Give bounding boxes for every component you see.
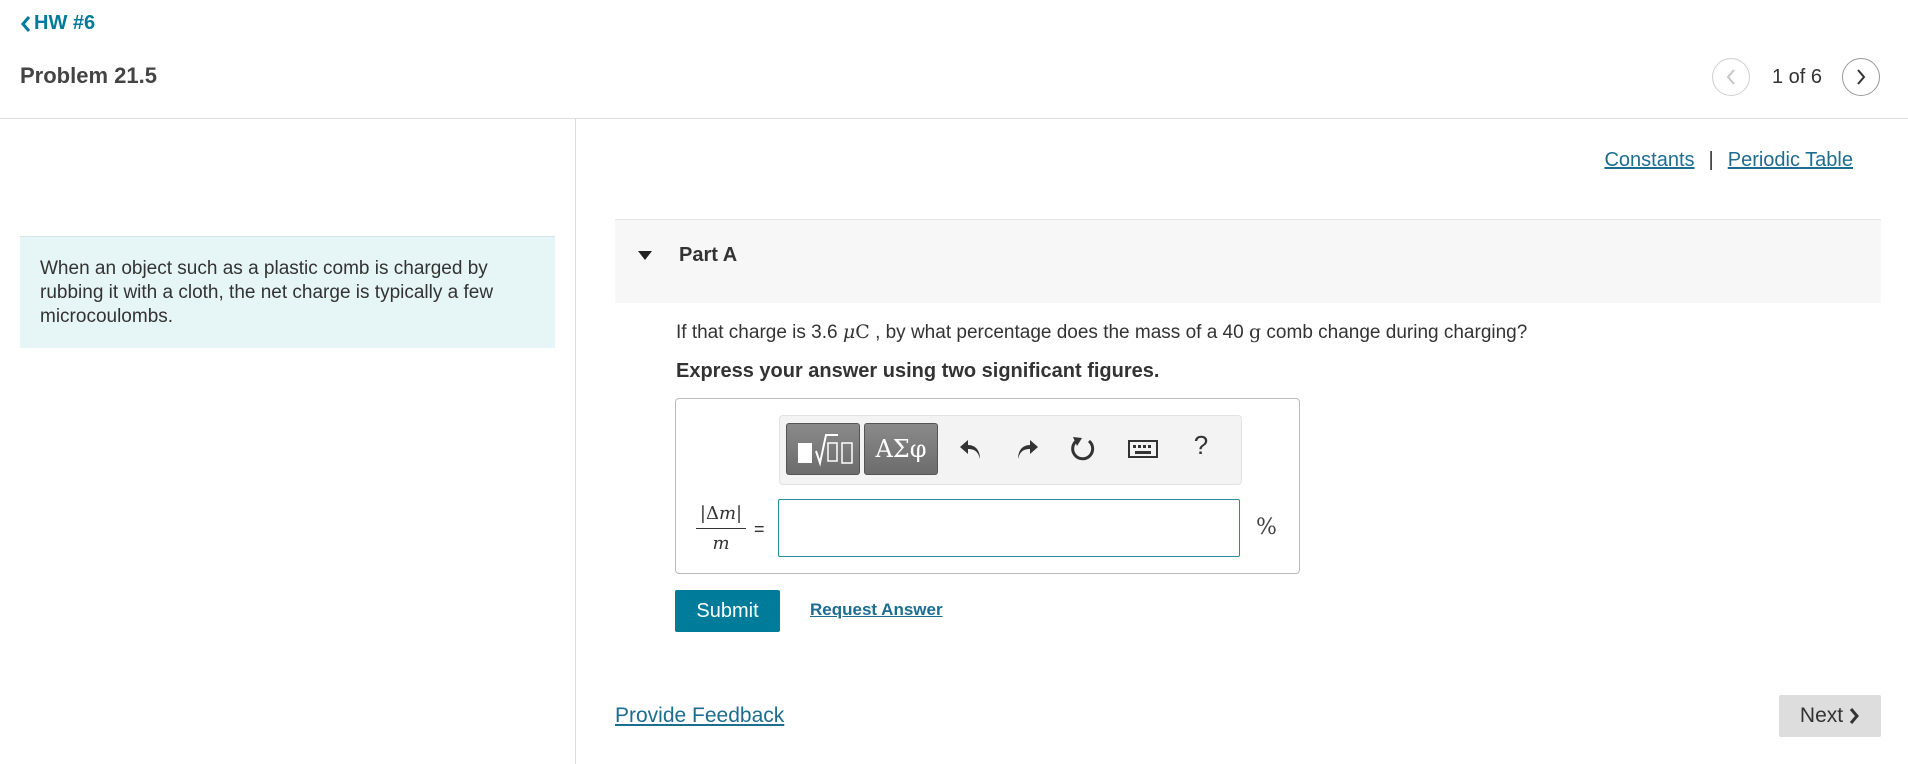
keyboard-icon [1128,440,1158,458]
next-button[interactable]: Next [1779,695,1881,737]
lhs-denominator: m [712,533,730,554]
chevron-right-icon [1857,69,1866,85]
question-prefix: If that charge is 3.6 [676,322,838,343]
answer-unit: % [1256,515,1277,540]
reference-separator: | [1708,149,1714,171]
answer-instruction: Express your answer using two significan… [676,360,1160,382]
mass-unit: g [1248,321,1262,343]
problem-title: Problem 21.5 [20,63,157,88]
templates-icon [798,434,853,467]
chevron-right-icon [1849,708,1860,724]
undo-button[interactable] [956,434,986,464]
templates-button[interactable] [786,423,860,475]
symbols-button[interactable]: ΑΣφ [864,423,938,475]
submit-button[interactable]: Submit [675,590,780,632]
lhs-numerator: |Δm| [696,503,746,529]
next-button-label: Next [1799,704,1844,727]
column-divider [575,119,576,764]
periodic-table-link[interactable]: Periodic Table [1728,149,1853,172]
next-problem-button[interactable] [1842,58,1880,96]
problem-intro-text: When an object such as a plastic comb is… [40,258,494,327]
charge-unit-mu: μ [842,321,856,343]
request-answer-link[interactable]: Request Answer [810,600,943,620]
previous-problem-button[interactable] [1711,58,1750,96]
chevron-left-icon [21,15,31,32]
part-a-header[interactable]: Part A [615,219,1881,303]
back-link-label: HW #6 [34,12,96,34]
header-divider [0,118,1908,119]
equals-sign: = [754,519,765,539]
pager-count: 1 of 6 [1771,65,1822,88]
question-suffix: comb change during charging? [1266,322,1528,343]
charge-unit-c: C [855,321,870,343]
redo-button[interactable] [1012,434,1042,464]
keyboard-button[interactable] [1126,434,1160,464]
answer-input[interactable] [778,499,1240,557]
numerator-var: m [718,503,737,524]
answer-box: ΑΣφ ? |Δm| m = % [675,398,1300,574]
caret-down-icon [638,251,652,260]
question-middle: , by what percentage does the mass of a … [875,322,1244,343]
back-to-assignment-link[interactable]: HW #6 [20,12,95,35]
answer-lhs-fraction: |Δm| m [696,503,746,554]
delta-symbol: Δ [705,503,719,524]
question-text: If that charge is 3.6 μC , by what perce… [676,321,1527,344]
provide-feedback-link[interactable]: Provide Feedback [615,704,784,728]
help-button[interactable]: ? [1186,430,1216,460]
constants-link[interactable]: Constants [1604,149,1694,172]
reset-icon [1071,437,1095,461]
chevron-left-icon [1726,69,1735,85]
redo-icon [1018,440,1038,459]
abs-bar-right: | [736,503,743,524]
problem-pager: 1 of 6 [1711,58,1880,96]
part-title: Part A [679,244,738,266]
reference-links: Constants | Periodic Table [1604,149,1853,172]
problem-intro: When an object such as a plastic comb is… [20,236,555,348]
undo-icon [960,440,980,459]
math-toolbar: ΑΣφ ? [779,415,1242,485]
reset-button[interactable] [1068,434,1098,464]
